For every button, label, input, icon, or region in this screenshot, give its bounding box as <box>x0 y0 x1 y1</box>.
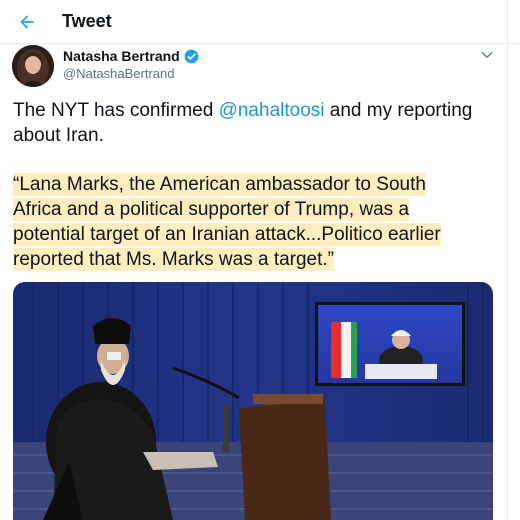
verified-badge-icon <box>184 49 199 64</box>
quote-line: potential target of an Iranian attack...… <box>13 223 441 246</box>
quote-line: Africa and a political supporter of Trum… <box>13 198 410 221</box>
author-name-row: Natasha Bertrand <box>63 48 199 64</box>
quoted-excerpt: “Lana Marks, the American ambassador to … <box>13 172 503 272</box>
arrow-left-icon <box>20 15 34 29</box>
author-handle[interactable]: @NatashaBertrand <box>63 66 174 81</box>
tweet-photo[interactable] <box>13 282 493 520</box>
tweet-text: The NYT has confirmed @nahaltoosi and my… <box>13 98 503 148</box>
back-button[interactable] <box>14 9 40 35</box>
page-title: Tweet <box>62 11 112 31</box>
avatar[interactable] <box>12 45 54 87</box>
top-bar: Tweet <box>0 0 520 44</box>
chevron-down-icon <box>481 52 493 58</box>
display-name[interactable]: Natasha Bertrand <box>63 48 180 64</box>
quote-line: reported that Ms. Marks was a target.” <box>13 248 335 271</box>
tweet-text-before: The NYT has confirmed <box>13 100 219 121</box>
quote-line: “Lana Marks, the American ambassador to … <box>13 173 426 196</box>
more-options-button[interactable] <box>478 46 496 64</box>
column-divider <box>507 0 508 520</box>
mention-link[interactable]: @nahaltoosi <box>219 100 325 121</box>
